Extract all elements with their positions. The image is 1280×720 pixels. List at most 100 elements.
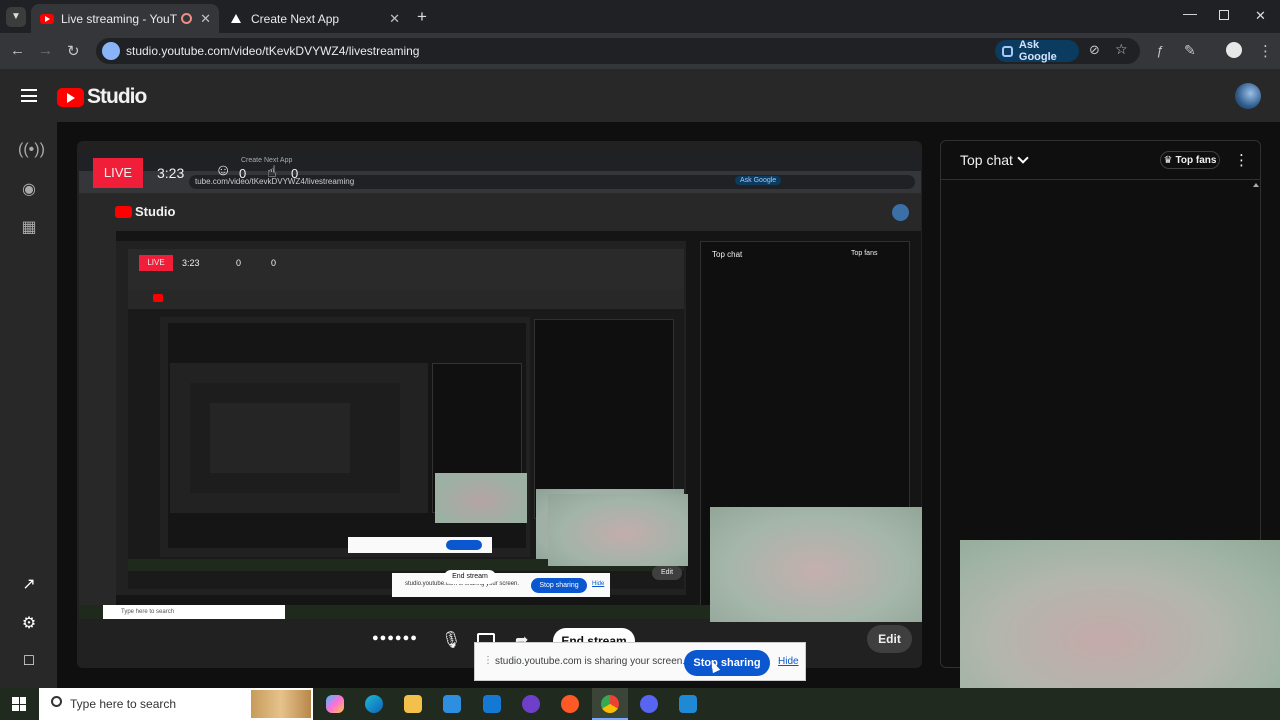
mirror-top-fans: Top fans xyxy=(851,250,878,257)
live-badge: LIVE xyxy=(93,158,143,188)
webcam-preview xyxy=(710,507,922,622)
mirror-webcam xyxy=(548,494,688,566)
mirror-studio-header: Studio xyxy=(79,193,921,231)
mirror-search: Type here to search xyxy=(103,605,285,619)
store-icon[interactable] xyxy=(443,695,461,713)
chevron-down-icon: ▼ xyxy=(11,11,21,22)
address-bar[interactable]: studio.youtube.com/video/tKevkDVYWZ4/liv… xyxy=(96,38,1140,64)
like-count: 0 xyxy=(291,166,299,181)
open-external-icon[interactable]: ↗ xyxy=(18,574,40,596)
mirror-viewers: 0 xyxy=(236,258,242,268)
feedback-icon[interactable]: □ xyxy=(18,652,40,674)
mirror-edit: Edit xyxy=(652,566,682,580)
youtube-logo-icon xyxy=(57,87,84,107)
mirror-elapsed: 3:23 xyxy=(182,258,200,268)
mirror-logo-text: Studio xyxy=(135,204,176,219)
reload-button[interactable]: ↻ xyxy=(67,42,80,60)
file-explorer-icon[interactable] xyxy=(404,695,422,713)
mirror-2-share-bar xyxy=(348,537,492,553)
channel-avatar[interactable] xyxy=(1235,83,1261,109)
close-window-button[interactable]: ✕ xyxy=(1255,8,1266,24)
mirror-live-text: LIVE xyxy=(147,258,165,267)
profile-avatar[interactable] xyxy=(1226,42,1242,58)
github-icon[interactable] xyxy=(522,695,540,713)
tab-search-button[interactable]: ▼ xyxy=(6,7,26,27)
windows-taskbar: Type here to search xyxy=(0,688,1280,720)
menu-kebab-icon[interactable]: ⋮ xyxy=(1258,42,1273,60)
mirror-sidebar xyxy=(79,231,116,619)
chrome-taskbar-active[interactable] xyxy=(592,688,628,720)
url-text: studio.youtube.com/video/tKevkDVYWZ4/liv… xyxy=(126,44,420,58)
triangle-favicon-icon xyxy=(231,14,241,23)
close-tab-icon[interactable]: ✕ xyxy=(200,11,211,27)
new-tab-button[interactable]: + xyxy=(417,7,427,27)
hamburger-menu-icon[interactable] xyxy=(21,89,37,102)
live-broadcast-icon[interactable]: ((•)) xyxy=(18,141,45,163)
studio-logo[interactable]: Studio xyxy=(57,85,147,109)
mirror-stop-sharing: Stop sharing xyxy=(531,578,587,593)
forward-button[interactable]: → xyxy=(38,42,53,59)
camera-icon[interactable]: ◉ xyxy=(18,179,40,201)
browser-tab-bar: ▼ Live streaming - YouTube S ✕ Create Ne… xyxy=(0,0,1280,33)
crown-icon: ♛ xyxy=(1163,154,1173,166)
scroll-up-icon[interactable] xyxy=(1253,183,1259,187)
close-tab-icon[interactable]: ✕ xyxy=(389,11,400,27)
mirror-2-webcam-small xyxy=(435,473,527,523)
chevron-down-icon xyxy=(1017,152,1029,164)
top-fans-button[interactable]: ♛ Top fans xyxy=(1160,151,1220,169)
tab-create-next-app[interactable]: Create Next App ✕ xyxy=(222,4,408,33)
font-icon[interactable]: ƒ xyxy=(1156,43,1163,58)
mail-icon[interactable] xyxy=(483,695,501,713)
discord-icon[interactable] xyxy=(640,695,658,713)
settings-gear-icon[interactable]: ⚙ xyxy=(18,613,40,635)
eye-off-icon[interactable]: ⊘ xyxy=(1089,42,1100,58)
taskbar-search-box[interactable]: Type here to search xyxy=(39,688,313,720)
mirror-share-bar: studio.youtube.com is sharing your scree… xyxy=(392,573,610,597)
tab-live-streaming[interactable]: Live streaming - YouTube S ✕ xyxy=(31,4,219,33)
chat-more-icon[interactable]: ⋮ xyxy=(1234,151,1249,169)
top-fans-label: Top fans xyxy=(1175,154,1217,166)
mirror-tab-bar: Create Next App xyxy=(79,151,921,171)
chat-header: Top chat ♛ Top fans ⋮ xyxy=(941,141,1260,180)
site-info-icon[interactable] xyxy=(102,42,120,60)
chat-mode-dropdown[interactable]: Top chat xyxy=(960,152,1029,168)
bookmark-star-icon[interactable]: ☆ xyxy=(1115,41,1128,58)
edit-button[interactable]: Edit xyxy=(867,625,912,653)
calendar-icon[interactable]: ▦ xyxy=(18,217,40,239)
back-button[interactable]: ← xyxy=(10,42,25,59)
mirror-hide: Hide xyxy=(592,581,605,587)
copilot-icon[interactable] xyxy=(326,695,344,713)
live-badge-text: LIVE xyxy=(103,165,133,180)
mirror-live-badge: LIVE xyxy=(139,255,173,271)
studio-header: Studio xyxy=(0,69,1280,122)
youtube-favicon-icon xyxy=(40,13,54,24)
tab-title: Create Next App xyxy=(251,11,340,26)
hide-link[interactable]: Hide xyxy=(778,656,799,667)
mirror-ask-google: Ask Google xyxy=(735,176,782,185)
viewer-count: 0 xyxy=(239,166,247,181)
ask-google-label: Ask Google xyxy=(1018,39,1057,63)
mirror-chat-title: Top chat xyxy=(712,250,743,259)
mirror-2-logo-icon xyxy=(153,294,163,302)
ask-google-button[interactable]: Ask Google xyxy=(995,39,1079,63)
vscode-icon[interactable] xyxy=(679,695,697,713)
stop-sharing-button[interactable]: Stop sharing xyxy=(684,650,770,676)
mirror-youtube-logo-icon xyxy=(115,206,132,218)
restore-button[interactable] xyxy=(1219,10,1229,20)
search-highlight-image xyxy=(251,690,311,718)
drag-handle-icon[interactable]: ⋮ xyxy=(483,655,493,666)
minimize-button[interactable]: — xyxy=(1183,5,1197,21)
chrome-icon xyxy=(601,695,619,713)
microphone-icon[interactable]: 🎙 xyxy=(441,630,461,650)
brave-icon[interactable] xyxy=(561,695,579,713)
mirror-end-stream: End stream xyxy=(444,570,496,584)
viewers-icon: ☺ xyxy=(215,162,232,179)
windows-start-icon[interactable] xyxy=(12,697,26,711)
studio-sidebar: ((•)) ◉ ▦ ↗ ⚙ □ xyxy=(0,122,57,688)
extensions-icon[interactable]: ✎ xyxy=(1184,42,1196,59)
tab-title: Live streaming - YouTube S xyxy=(61,11,177,26)
dots-indicator-icon: ●●●●●● xyxy=(372,632,418,644)
edge-icon[interactable] xyxy=(365,695,383,713)
share-message: studio.youtube.com is sharing your scree… xyxy=(495,656,686,667)
studio-logo-text: Studio xyxy=(87,85,147,108)
